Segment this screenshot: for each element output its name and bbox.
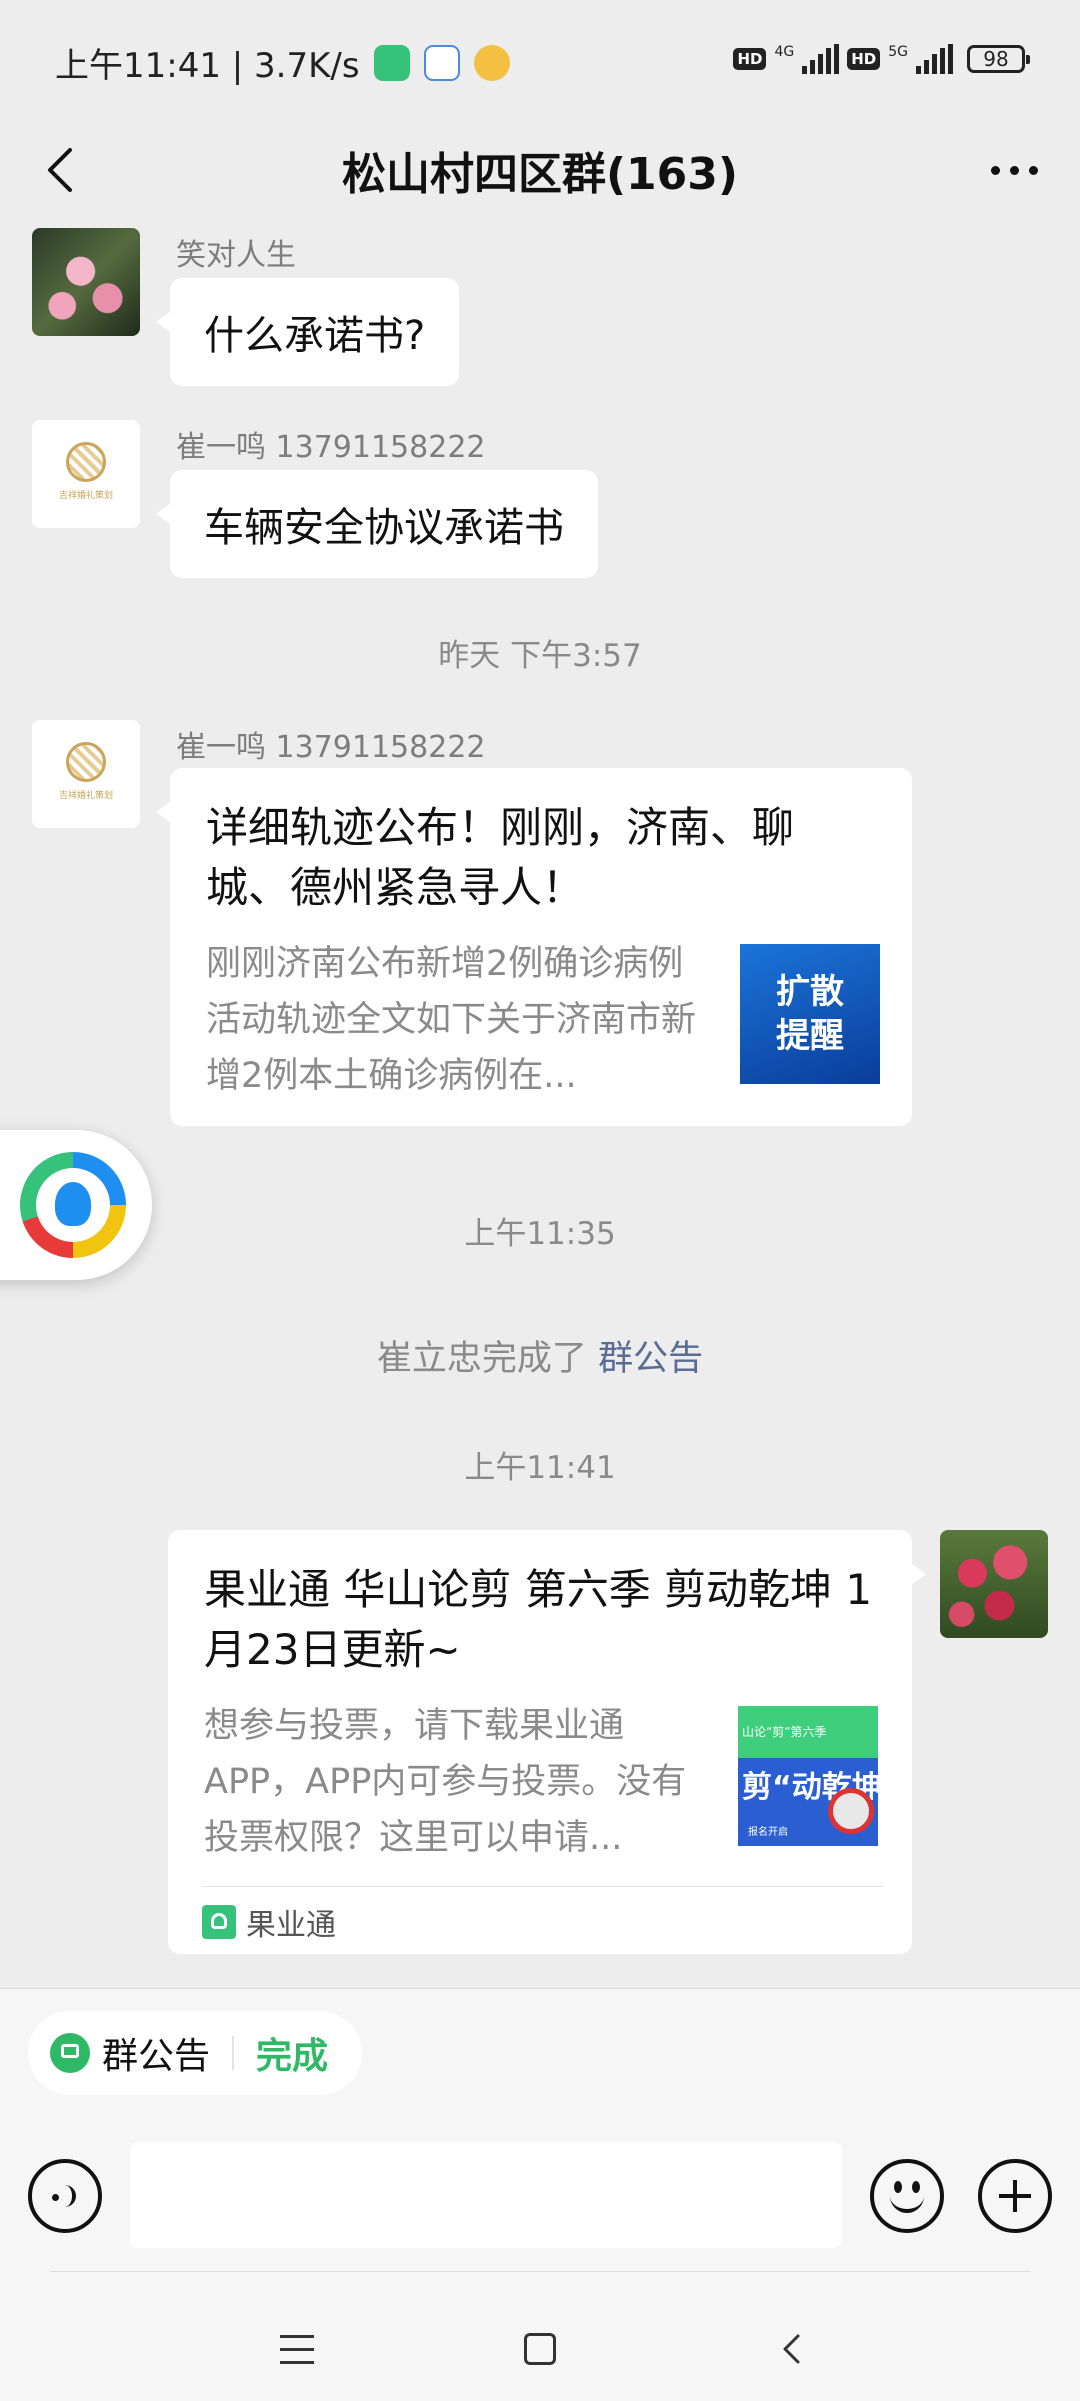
- thumbnail-caption: 报名开启: [748, 1827, 788, 1838]
- scissors-icon: [828, 1788, 874, 1834]
- source-app-icon: [202, 1905, 236, 1939]
- sender-name: 崔一鸣 13791158222: [176, 730, 486, 765]
- nav-divider: [50, 2271, 1030, 2272]
- emoji-icon[interactable]: [870, 2159, 944, 2233]
- timestamp: 昨天 下午3:57: [438, 638, 642, 674]
- voice-input-icon[interactable]: [28, 2159, 102, 2233]
- plus-icon[interactable]: [978, 2159, 1052, 2233]
- home-nav-icon[interactable]: [524, 2333, 556, 2365]
- logo-caption: 吉祥婚礼策划: [58, 791, 113, 801]
- avatar[interactable]: 吉祥婚礼策划: [32, 720, 140, 828]
- chat-header: 松山村四区群(163): [0, 120, 1080, 220]
- card-thumbnail: 扩散 提醒: [740, 944, 880, 1084]
- status-right: HD 4G HD 5G 98: [733, 44, 1030, 74]
- card-description: 刚刚济南公布新增2例确诊病例活动轨迹全文如下关于济南市新增2例本土确诊病例在..…: [206, 944, 697, 1096]
- thumbnail-text-line1: 扩散: [776, 972, 844, 1012]
- card-title: 果业通 华山论剪 第六季 剪动乾坤 1月23日更新~: [204, 1565, 873, 1674]
- hd-badge-2: HD: [847, 48, 881, 70]
- sender-name: 崔一鸣 13791158222: [176, 430, 486, 465]
- signal-icon: [802, 44, 840, 74]
- notice-label: 群公告: [102, 2036, 211, 2077]
- system-message: 崔立忠完成了 群公告: [0, 1330, 1080, 1381]
- source-name: 果业通: [246, 1908, 336, 1943]
- avatar[interactable]: [940, 1530, 1048, 1638]
- status-left: 上午11:41 | 3.7K/s: [55, 38, 510, 87]
- sender-name: 笑对人生: [176, 238, 296, 273]
- system-message-text: 崔立忠完成了: [376, 1339, 599, 1379]
- logo-seal-icon: [66, 442, 106, 482]
- card-thumbnail: 山论“剪”第六季 剪“动乾坤 报名开启: [738, 1706, 878, 1846]
- card-title: 详细轨迹公布！刚刚，济南、聊城、德州紧急寻人！: [206, 803, 795, 912]
- menu-nav-icon[interactable]: [280, 2335, 314, 2365]
- floating-browser-bubble[interactable]: [0, 1130, 152, 1280]
- status-bar: 上午11:41 | 3.7K/s HD 4G HD 5G 98: [0, 0, 1080, 120]
- card-divider: [202, 1886, 884, 1887]
- back-nav-icon[interactable]: [780, 2333, 804, 2365]
- logo-seal-icon: [66, 742, 106, 782]
- card-source: 果业通: [202, 1900, 336, 1944]
- timestamp: 上午11:35: [464, 1216, 616, 1252]
- avatar[interactable]: 吉祥婚礼策划: [32, 420, 140, 528]
- notice-icon: [50, 2033, 90, 2073]
- link-card[interactable]: 果业通 华山论剪 第六季 剪动乾坤 1月23日更新~ 想参与投票，请下载果业通A…: [168, 1530, 926, 1954]
- avatar[interactable]: [32, 228, 140, 336]
- message-input[interactable]: [130, 2142, 842, 2248]
- logo-caption: 吉祥婚礼策划: [58, 491, 113, 501]
- thumbnail-text-line2: 提醒: [776, 1016, 844, 1056]
- notice-done-button[interactable]: 完成: [256, 2027, 328, 2079]
- hd-badge: HD: [733, 48, 767, 70]
- message-bubble[interactable]: 车辆安全协议承诺书: [156, 470, 598, 578]
- weibo-notification-icon: [473, 44, 510, 81]
- network-5g-label: 5G: [888, 44, 908, 60]
- message-text: 什么承诺书?: [204, 313, 426, 359]
- pill-divider: [232, 2036, 235, 2070]
- chat-title: 松山村四区群(163): [341, 149, 739, 200]
- message-bubble[interactable]: 什么承诺书?: [155, 278, 460, 386]
- app-notification-icon: [373, 44, 410, 81]
- input-area: 群公告 完成: [0, 1988, 1080, 2401]
- status-time-speed: 上午11:41 | 3.7K/s: [55, 46, 360, 86]
- network-4g-label: 4G: [774, 44, 795, 60]
- card-description: 想参与投票，请下载果业通APP，APP内可参与投票。没有投票权限？这里可以申请.…: [204, 1706, 687, 1858]
- more-options-icon[interactable]: [984, 158, 1044, 182]
- signal-icon-2: [916, 44, 953, 74]
- calendar-notification-icon: [423, 44, 460, 81]
- group-notice-pill[interactable]: 群公告 完成: [28, 2011, 363, 2095]
- link-card[interactable]: 详细轨迹公布！刚刚，济南、聊城、德州紧急寻人！ 刚刚济南公布新增2例确诊病例活动…: [156, 768, 912, 1126]
- group-notice-link[interactable]: 群公告: [598, 1339, 703, 1379]
- thumbnail-banner: 山论“剪”第六季: [738, 1706, 878, 1758]
- timestamp: 上午11:41: [464, 1450, 616, 1486]
- message-text: 车辆安全协议承诺书: [204, 505, 564, 551]
- battery-icon: 98: [967, 45, 1030, 73]
